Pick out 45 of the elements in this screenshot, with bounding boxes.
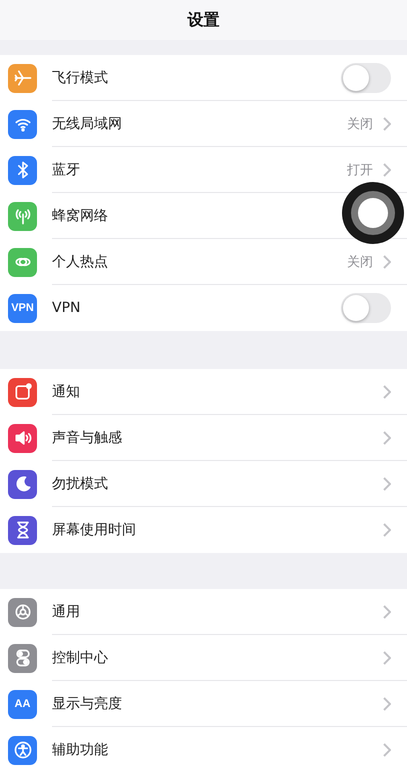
chevron-icon — [383, 743, 391, 757]
chevron-icon — [383, 650, 391, 664]
row-value: 关闭 — [347, 116, 373, 132]
row-label: 屏幕使用时间 — [52, 521, 137, 539]
row-label: 蓝牙 — [52, 160, 81, 178]
chevron-icon — [383, 604, 391, 618]
toggle-switch[interactable] — [341, 293, 391, 323]
settings-row[interactable]: 通知 — [0, 369, 407, 415]
row-label: 控制中心 — [52, 648, 109, 666]
row-label: 蜂窝网络 — [52, 206, 109, 224]
row-label: 声音与触感 — [52, 428, 123, 446]
settings-row[interactable]: 控制中心 — [0, 635, 407, 681]
row-label: 辅助功能 — [52, 741, 109, 759]
settings-row[interactable]: 屏幕使用时间 — [0, 507, 407, 553]
chevron-icon — [383, 523, 391, 537]
chevron-icon — [383, 254, 391, 268]
chevron-icon — [383, 430, 391, 444]
settings-row[interactable]: 辅助功能 — [0, 727, 407, 772]
chevron-icon — [383, 116, 391, 130]
row-label: 个人热点 — [52, 252, 109, 270]
row-label: 显示与亮度 — [52, 694, 123, 712]
vpn-icon: VPN — [8, 294, 37, 322]
toggle-switch[interactable] — [341, 62, 391, 92]
text-size-icon: AA — [8, 690, 37, 718]
chevron-icon — [383, 696, 391, 710]
screen-title: 设置 — [188, 10, 220, 30]
chevron-icon — [383, 162, 391, 176]
settings-row[interactable]: AA 显示与亮度 — [0, 681, 407, 727]
settings-row[interactable]: 个人热点 关闭 — [0, 239, 407, 285]
chevron-icon — [383, 384, 391, 398]
row-value: 打开 — [347, 162, 373, 178]
row-label: 通用 — [52, 602, 81, 620]
settings-row[interactable]: VPN VPN — [0, 285, 407, 331]
row-label: 通知 — [52, 382, 81, 400]
settings-row[interactable]: 声音与触感 — [0, 415, 407, 461]
chevron-icon — [383, 476, 391, 490]
settings-row[interactable]: 通用 — [0, 589, 407, 635]
settings-row[interactable]: 无线局域网 关闭 — [0, 101, 407, 147]
row-label: 飞行模式 — [52, 68, 109, 86]
row-label: 勿扰模式 — [52, 474, 109, 492]
row-label: 无线局域网 — [52, 114, 123, 132]
row-value: 关闭 — [347, 254, 373, 270]
settings-row[interactable]: 飞行模式 — [0, 55, 407, 101]
row-label: VPN — [52, 300, 82, 316]
settings-row[interactable]: 勿扰模式 — [0, 461, 407, 507]
